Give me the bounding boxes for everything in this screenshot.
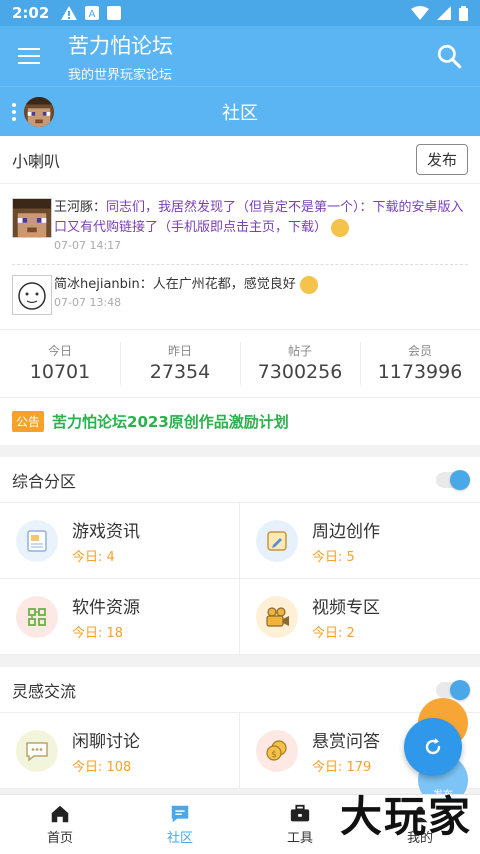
forum-today: 今日: 108 [72, 759, 132, 775]
announcement-tag: 公告 [12, 411, 45, 432]
news-icon [16, 519, 58, 562]
section-title: 社区 [222, 102, 258, 124]
community-icon [171, 805, 189, 823]
speaker-header: 小喇叭 发布 [0, 136, 480, 184]
speaker-card: 小喇叭 发布 王河豚：同志们，我居然发现了（但肯定不是第一个）：下载的安卓版入口… [0, 136, 480, 445]
signal-icon [437, 6, 451, 20]
post-text: 同志们，我居然发现了（但肯定不是第一个）：下载的安卓版入口又有代购链接了（手机版… [54, 200, 464, 235]
forum-name: 软件资源 [72, 597, 140, 618]
forum-today: 今日: 179 [312, 759, 372, 775]
app-subtitle: 我的世界玩家论坛 [68, 67, 173, 83]
forum-name: 游戏资讯 [72, 521, 140, 542]
status-time: 2:02 [12, 4, 50, 22]
emoji-icon [299, 275, 318, 294]
forum-chat[interactable]: 闲聊讨论 今日: 108 [0, 713, 240, 789]
list-item[interactable]: 简冰hejianbin：人在广州花都，感觉良好 07-07 13:48 [12, 264, 468, 325]
group-toggle[interactable] [436, 469, 470, 490]
battery-icon [459, 5, 468, 21]
more-options-icon[interactable] [12, 102, 16, 121]
stat-members: 会员 1173996 [360, 330, 480, 397]
warning-icon [61, 6, 78, 20]
forum-today: 今日: 2 [312, 625, 355, 641]
list-item[interactable]: 王河豚：同志们，我居然发现了（但肯定不是第一个）：下载的安卓版入口又有代购链接了… [12, 198, 468, 264]
search-icon[interactable] [436, 43, 462, 69]
home-icon [51, 805, 69, 823]
coins-icon: $ [256, 729, 298, 772]
speaker-label: 小喇叭 [12, 151, 61, 171]
forum-game-news[interactable]: 游戏资讯 今日: 4 [0, 503, 240, 579]
system-icons [411, 5, 468, 21]
square-notification-icon [107, 6, 122, 20]
announcement[interactable]: 公告 苦力怕论坛2023原创作品激励计划 [0, 397, 480, 445]
app-bar: 苦力怕论坛 我的世界玩家论坛 [0, 26, 480, 86]
post-username[interactable]: 王河豚： [54, 200, 106, 215]
edit-icon [256, 519, 298, 562]
wifi-icon [411, 6, 429, 20]
emoji-icon [331, 218, 350, 237]
forum-fan-creations[interactable]: 周边创作 今日: 5 [240, 503, 480, 579]
svg-text:$: $ [271, 750, 277, 760]
app-notification-icon: A [85, 6, 100, 20]
app-titles: 苦力怕论坛 我的世界玩家论坛 [68, 30, 173, 83]
group-header-general: 综合分区 [0, 457, 480, 503]
nav-community[interactable]: 社区 [120, 795, 240, 854]
forum-name: 悬赏问答 [312, 731, 380, 752]
watermark: 大玩家 [339, 792, 472, 841]
status-bar: 2:02 A [0, 0, 480, 26]
camera-icon [256, 595, 298, 638]
avatar[interactable] [24, 96, 54, 127]
forum-today: 今日: 4 [72, 549, 115, 565]
nav-home[interactable]: 首页 [0, 795, 120, 854]
notification-icons: A [61, 6, 122, 20]
forum-video[interactable]: 视频专区 今日: 2 [240, 579, 480, 655]
announcement-text[interactable]: 苦力怕论坛2023原创作品激励计划 [52, 411, 289, 432]
forum-today: 今日: 18 [72, 625, 124, 641]
stat-posts: 帖子 7300256 [240, 330, 360, 397]
menu-icon[interactable] [18, 48, 40, 64]
forum-software[interactable]: 软件资源 今日: 18 [0, 579, 240, 655]
nodes-icon [16, 595, 58, 638]
stat-today: 今日 10701 [29, 344, 91, 383]
user-avatar[interactable] [12, 198, 52, 238]
forum-name: 视频专区 [312, 597, 380, 618]
toolbox-icon [290, 804, 310, 822]
group-title: 综合分区 [12, 471, 77, 491]
forum-name: 闲聊讨论 [72, 731, 140, 752]
stat-yesterday: 昨日 27354 [120, 330, 240, 397]
group-header-inspiration: 灵感交流 [0, 667, 480, 713]
refresh-icon [425, 738, 441, 755]
chat-icon [16, 729, 58, 772]
group-title: 灵感交流 [12, 681, 77, 701]
post-text: 人在广州花都，感觉良好 [152, 277, 296, 292]
svg-text:A: A [89, 9, 96, 20]
post-date: 07-07 13:48 [54, 296, 122, 309]
speaker-posts: 王河豚：同志们，我居然发现了（但肯定不是第一个）：下载的安卓版入口又有代购链接了… [0, 184, 480, 329]
refresh-button[interactable] [404, 718, 462, 776]
forum-stats: 今日 10701 昨日 27354 帖子 7300256 会员 1173996 [0, 329, 480, 397]
section-bar: 社区 [0, 86, 480, 136]
app-title: 苦力怕论坛 [68, 33, 173, 58]
publish-button[interactable]: 发布 [415, 144, 468, 175]
group-toggle[interactable] [436, 679, 470, 700]
forum-grid-general: 游戏资讯 今日: 4 周边创作 今日: 5 软件资源 今日: 18 视频专区 今… [0, 503, 480, 655]
forum-today: 今日: 5 [312, 549, 355, 565]
forum-name: 周边创作 [312, 521, 380, 542]
post-username[interactable]: 简冰hejianbin： [54, 277, 153, 292]
user-avatar[interactable] [12, 275, 52, 315]
post-date: 07-07 14:17 [54, 239, 122, 252]
